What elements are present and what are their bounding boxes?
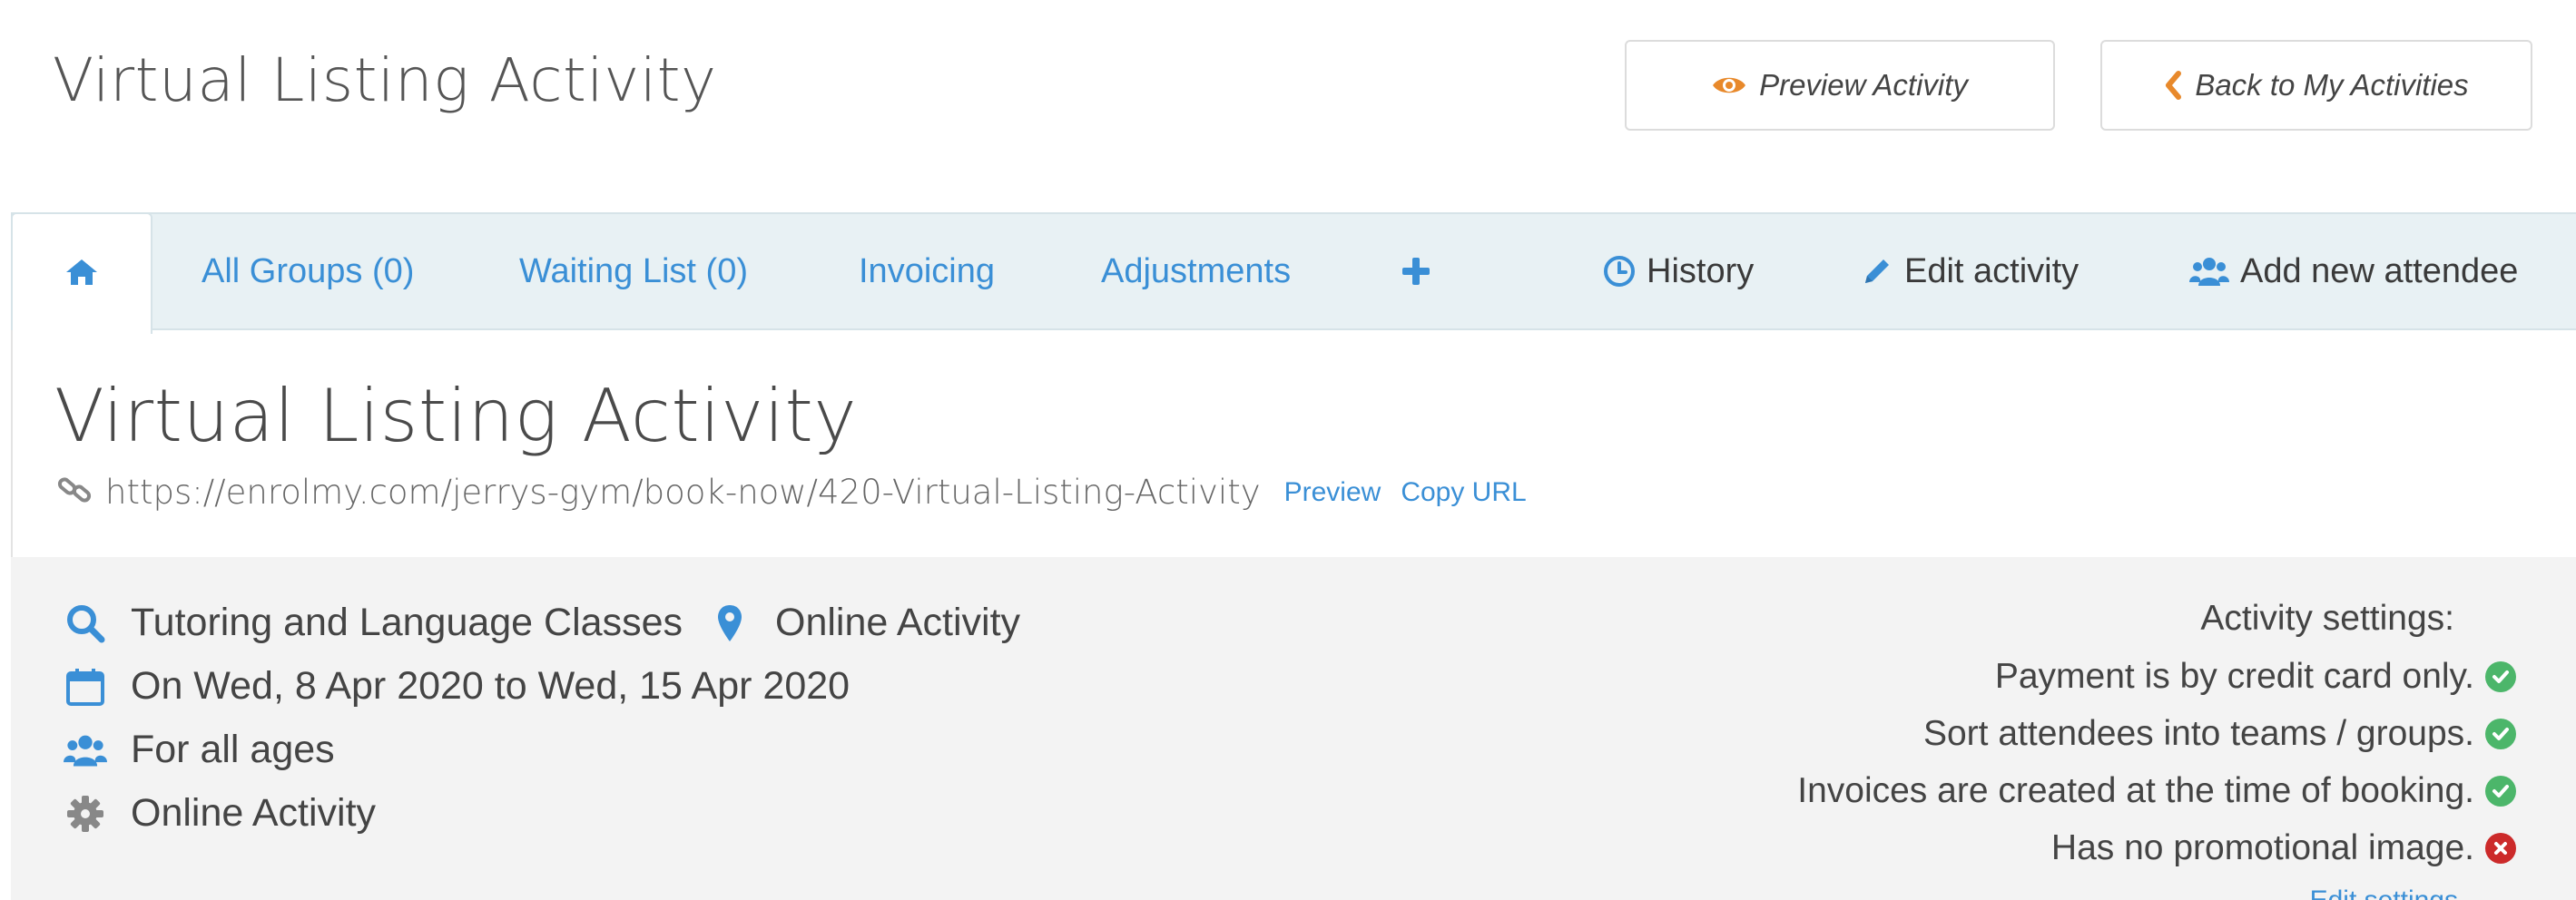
edit-activity-label: Edit activity — [1904, 251, 2079, 290]
check-circle-icon — [2485, 775, 2516, 807]
setting-text: Payment is by credit card only. — [1994, 656, 2474, 696]
type-label: Online Activity — [131, 791, 377, 835]
tab-add[interactable] — [1400, 212, 1432, 330]
tab-adjustments[interactable]: Adjustments — [1101, 212, 1291, 330]
ages-label: For all ages — [131, 728, 335, 771]
category-row: Tutoring and Language Classes — [64, 601, 683, 645]
location-label: Online Activity — [775, 601, 1021, 644]
edit-settings-link[interactable]: Edit settings — [2310, 885, 2458, 900]
setting-item: Has no promotional image. — [1797, 819, 2516, 876]
back-to-activities-button[interactable]: Back to My Activities — [2100, 40, 2532, 131]
tab-add-attendee[interactable]: Add new attendee — [2189, 212, 2518, 330]
tab-all-groups[interactable]: All Groups (0) — [202, 212, 414, 330]
dates-label: On Wed, 8 Apr 2020 to Wed, 15 Apr 2020 — [131, 664, 850, 708]
setting-text: Invoices are created at the time of book… — [1797, 770, 2474, 810]
activity-settings: Activity settings: Payment is by credit … — [1797, 590, 2516, 876]
x-circle-icon — [2485, 832, 2516, 864]
activity-title: Virtual Listing Activity — [54, 374, 858, 458]
preview-activity-label: Preview Activity — [1759, 68, 1968, 102]
back-to-activities-label: Back to My Activities — [2195, 68, 2469, 102]
tab-home[interactable] — [11, 212, 152, 334]
users-icon — [2189, 255, 2229, 288]
ages-row: For all ages — [64, 728, 335, 772]
clock-icon — [1603, 255, 1636, 288]
dates-row: On Wed, 8 Apr 2020 to Wed, 15 Apr 2020 — [64, 664, 850, 709]
settings-title: Activity settings: — [2200, 599, 2454, 638]
type-row: Online Activity — [64, 791, 376, 836]
map-marker-icon — [708, 602, 752, 645]
search-icon — [64, 602, 107, 645]
pencil-icon — [1861, 255, 1893, 288]
users-icon — [64, 729, 107, 772]
tab-invoicing[interactable]: Invoicing — [859, 212, 995, 330]
calendar-icon — [64, 665, 107, 709]
location-row: Online Activity — [708, 601, 1020, 645]
chevron-left-icon — [2164, 71, 2182, 100]
gear-icon — [64, 792, 107, 836]
activity-url: https://enrolmy.com/jerrys-gym/book-now/… — [105, 473, 1261, 512]
preview-link[interactable]: Preview — [1284, 477, 1381, 508]
check-circle-icon — [2485, 660, 2516, 692]
add-attendee-label: Add new attendee — [2240, 251, 2519, 290]
tab-edit-activity[interactable]: Edit activity — [1861, 212, 2079, 330]
plus-icon — [1400, 255, 1432, 288]
link-icon — [56, 472, 93, 513]
preview-activity-button[interactable]: Preview Activity — [1625, 40, 2055, 131]
copy-url-link[interactable]: Copy URL — [1401, 477, 1526, 508]
setting-item: Invoices are created at the time of book… — [1797, 762, 2516, 819]
home-icon — [64, 258, 99, 291]
content-border — [11, 330, 13, 557]
tab-history[interactable]: History — [1603, 212, 1754, 330]
tab-waiting-list[interactable]: Waiting List (0) — [519, 212, 748, 330]
setting-text: Has no promotional image. — [2050, 827, 2474, 867]
history-label: History — [1647, 251, 1755, 290]
activity-url-row: https://enrolmy.com/jerrys-gym/book-now/… — [56, 472, 1527, 513]
setting-text: Sort attendees into teams / groups. — [1922, 713, 2474, 753]
page-title: Virtual Listing Activity — [53, 45, 717, 115]
setting-item: Sort attendees into teams / groups. — [1797, 705, 2516, 762]
category-label: Tutoring and Language Classes — [131, 601, 683, 644]
eye-icon — [1712, 73, 1746, 97]
check-circle-icon — [2485, 718, 2516, 749]
setting-item: Payment is by credit card only. — [1797, 648, 2516, 705]
